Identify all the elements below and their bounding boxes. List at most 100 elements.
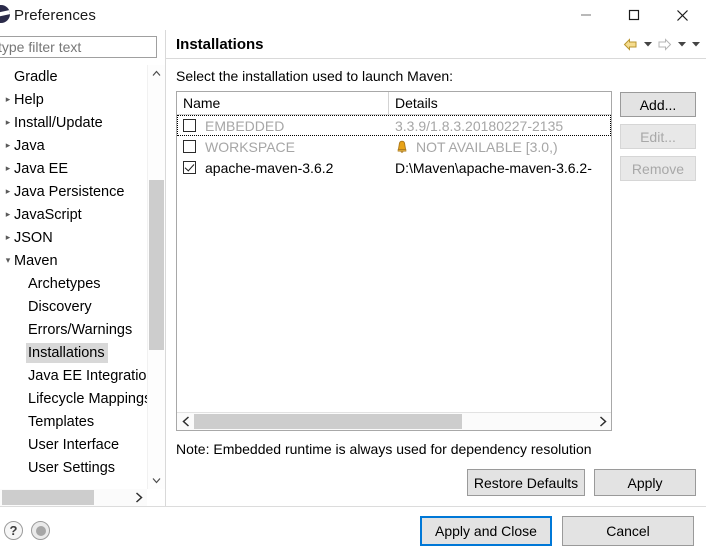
sidebar-item-label: Java bbox=[14, 137, 45, 154]
chevron-right-icon[interactable]: ▸ bbox=[2, 95, 14, 104]
sidebar-item-label: Help bbox=[14, 91, 44, 108]
sidebar-item-label: Java EE bbox=[14, 160, 68, 177]
dialog-footer: ? Apply and Close Cancel bbox=[0, 506, 706, 554]
cell-details: NOT AVAILABLE [3.0,) bbox=[389, 139, 611, 155]
chevron-up-icon[interactable] bbox=[148, 65, 165, 82]
tree-hscrollbar-thumb[interactable] bbox=[2, 490, 94, 505]
tree-horizontal-scrollbar[interactable] bbox=[0, 489, 147, 506]
chevron-down-icon[interactable] bbox=[148, 472, 165, 489]
sidebar-item-java-persistence[interactable]: ▸ Java Persistence bbox=[0, 180, 147, 203]
sidebar-item-maven[interactable]: ▾ Maven bbox=[0, 249, 147, 272]
table-row[interactable]: WORKSPACE NOT AVAILABLE [3.0,) bbox=[177, 136, 611, 157]
preferences-tree[interactable]: Gradle ▸ Help ▸ Install/Update ▸ Java ▸ Java EE ▸… bbox=[0, 65, 147, 489]
page-nav-tools bbox=[621, 30, 702, 58]
filter-input[interactable]: type filter text bbox=[0, 36, 157, 58]
page-intro-text: Select the installation used to launch M… bbox=[176, 68, 454, 84]
chevron-left-icon[interactable] bbox=[177, 413, 194, 430]
sidebar-item-discovery[interactable]: Discovery bbox=[0, 295, 147, 318]
cell-name: WORKSPACE bbox=[177, 139, 389, 155]
sidebar-item-java-ee[interactable]: ▸ Java EE bbox=[0, 157, 147, 180]
column-header-name[interactable]: Name bbox=[177, 92, 389, 114]
chevron-right-icon[interactable]: ▸ bbox=[2, 210, 14, 219]
sidebar-item-label: Maven bbox=[14, 252, 58, 269]
sidebar-item-templates[interactable]: Templates bbox=[0, 410, 147, 433]
back-arrow-icon[interactable] bbox=[621, 33, 640, 55]
sidebar-item-java[interactable]: ▸ Java bbox=[0, 134, 147, 157]
dialog-body: type filter text Gradle ▸ Help ▸ Install/Upd… bbox=[0, 30, 706, 506]
preferences-dialog: Preferences type filter text Gradle ▸ Help… bbox=[0, 0, 706, 554]
sidebar-item-label: Lifecycle Mappings bbox=[28, 390, 147, 407]
minimize-icon[interactable] bbox=[562, 0, 610, 30]
row-checkbox[interactable] bbox=[183, 140, 196, 153]
page-action-buttons: Restore Defaults Apply bbox=[176, 459, 696, 506]
sidebar-item-errors-warnings[interactable]: Errors/Warnings bbox=[0, 318, 147, 341]
sidebar-item-label: Templates bbox=[28, 413, 95, 430]
cell-name: EMBEDDED bbox=[177, 118, 389, 134]
sidebar-item-label: User Settings bbox=[28, 459, 116, 476]
installation-name: EMBEDDED bbox=[205, 117, 285, 134]
sidebar-item-gradle[interactable]: Gradle bbox=[0, 65, 147, 88]
chevron-down-icon[interactable] bbox=[641, 33, 654, 55]
footer-icons: ? bbox=[4, 521, 50, 540]
cell-name: apache-maven-3.6.2 bbox=[177, 160, 389, 176]
warning-icon bbox=[395, 140, 409, 154]
table-body: EMBEDDED 3.3.9/1.8.3.20180227-2135 WORKSPA… bbox=[177, 115, 611, 412]
chevron-right-icon[interactable]: ▸ bbox=[2, 141, 14, 150]
sidebar-item-label: Java EE Integration bbox=[28, 367, 147, 384]
sidebar-item-user-settings[interactable]: User Settings bbox=[0, 456, 147, 479]
title-bar: Preferences bbox=[0, 0, 706, 30]
sidebar-item-java-ee-integration[interactable]: Java EE Integration bbox=[0, 364, 147, 387]
installation-details: 3.3.9/1.8.3.20180227-2135 bbox=[395, 117, 564, 134]
table-row[interactable]: apache-maven-3.6.2 D:\Maven\apache-maven-… bbox=[177, 157, 611, 178]
page-title: Installations bbox=[176, 35, 264, 53]
sidebar-item-user-interface[interactable]: User Interface bbox=[0, 433, 147, 456]
sidebar-item-label: JSON bbox=[14, 229, 53, 246]
apply-and-close-button[interactable]: Apply and Close bbox=[420, 515, 552, 546]
chevron-down-icon[interactable]: ▾ bbox=[2, 256, 14, 265]
row-checkbox[interactable] bbox=[183, 119, 196, 132]
sidebar-item-label: Java Persistence bbox=[14, 183, 125, 200]
preferences-tree-pane: type filter text Gradle ▸ Help ▸ Install/Upd… bbox=[0, 30, 165, 506]
sidebar-item-installations[interactable]: Installations bbox=[0, 341, 147, 364]
table-row[interactable]: EMBEDDED 3.3.9/1.8.3.20180227-2135 bbox=[177, 115, 611, 136]
circle-icon[interactable] bbox=[31, 521, 50, 540]
chevron-right-icon[interactable]: ▸ bbox=[2, 118, 14, 127]
installation-details: D:\Maven\apache-maven-3.6.2- bbox=[395, 159, 592, 176]
question-mark-icon[interactable]: ? bbox=[4, 521, 23, 540]
sidebar-item-label: Gradle bbox=[14, 68, 58, 85]
installation-details: NOT AVAILABLE [3.0,) bbox=[416, 138, 558, 155]
table-horizontal-scrollbar[interactable] bbox=[177, 412, 611, 430]
chevron-right-icon[interactable] bbox=[594, 413, 611, 430]
chevron-right-icon[interactable]: ▸ bbox=[2, 187, 14, 196]
chevron-down-icon[interactable] bbox=[689, 33, 702, 55]
sidebar-item-lifecycle-mappings[interactable]: Lifecycle Mappings bbox=[0, 387, 147, 410]
column-header-details[interactable]: Details bbox=[389, 92, 611, 114]
restore-defaults-button[interactable]: Restore Defaults bbox=[467, 469, 585, 496]
sidebar-item-archetypes[interactable]: Archetypes bbox=[0, 272, 147, 295]
maximize-icon[interactable] bbox=[610, 0, 658, 30]
row-checkbox[interactable] bbox=[183, 161, 196, 174]
sidebar-item-help[interactable]: ▸ Help bbox=[0, 88, 147, 111]
add-button[interactable]: Add... bbox=[620, 92, 696, 117]
window-title: Preferences bbox=[14, 6, 96, 24]
page-header: Installations bbox=[166, 30, 706, 59]
installations-table[interactable]: Name Details EMBEDDED 3.3.9/1.8.3.2018022… bbox=[176, 91, 612, 431]
chevron-down-icon[interactable] bbox=[675, 33, 688, 55]
chevron-right-icon[interactable]: ▸ bbox=[2, 233, 14, 242]
table-hscrollbar-thumb[interactable] bbox=[194, 414, 462, 429]
tree-scrollbar-thumb[interactable] bbox=[149, 180, 164, 350]
sidebar-item-json[interactable]: ▸ JSON bbox=[0, 226, 147, 249]
cancel-button[interactable]: Cancel bbox=[562, 515, 694, 546]
close-icon[interactable] bbox=[658, 0, 706, 30]
filter-placeholder: type filter text bbox=[0, 39, 82, 55]
sidebar-item-javascript[interactable]: ▸ JavaScript bbox=[0, 203, 147, 226]
preference-page: Installations Select the installation us… bbox=[165, 30, 706, 506]
chevron-right-icon[interactable] bbox=[130, 489, 147, 506]
installations-area: Name Details EMBEDDED 3.3.9/1.8.3.2018022… bbox=[176, 91, 696, 431]
sidebar-item-install-update[interactable]: ▸ Install/Update bbox=[0, 111, 147, 134]
chevron-right-icon[interactable]: ▸ bbox=[2, 164, 14, 173]
sidebar-item-label: JavaScript bbox=[14, 206, 82, 223]
table-header: Name Details bbox=[177, 92, 611, 115]
apply-button[interactable]: Apply bbox=[594, 469, 696, 496]
tree-vertical-scrollbar[interactable] bbox=[147, 65, 165, 489]
